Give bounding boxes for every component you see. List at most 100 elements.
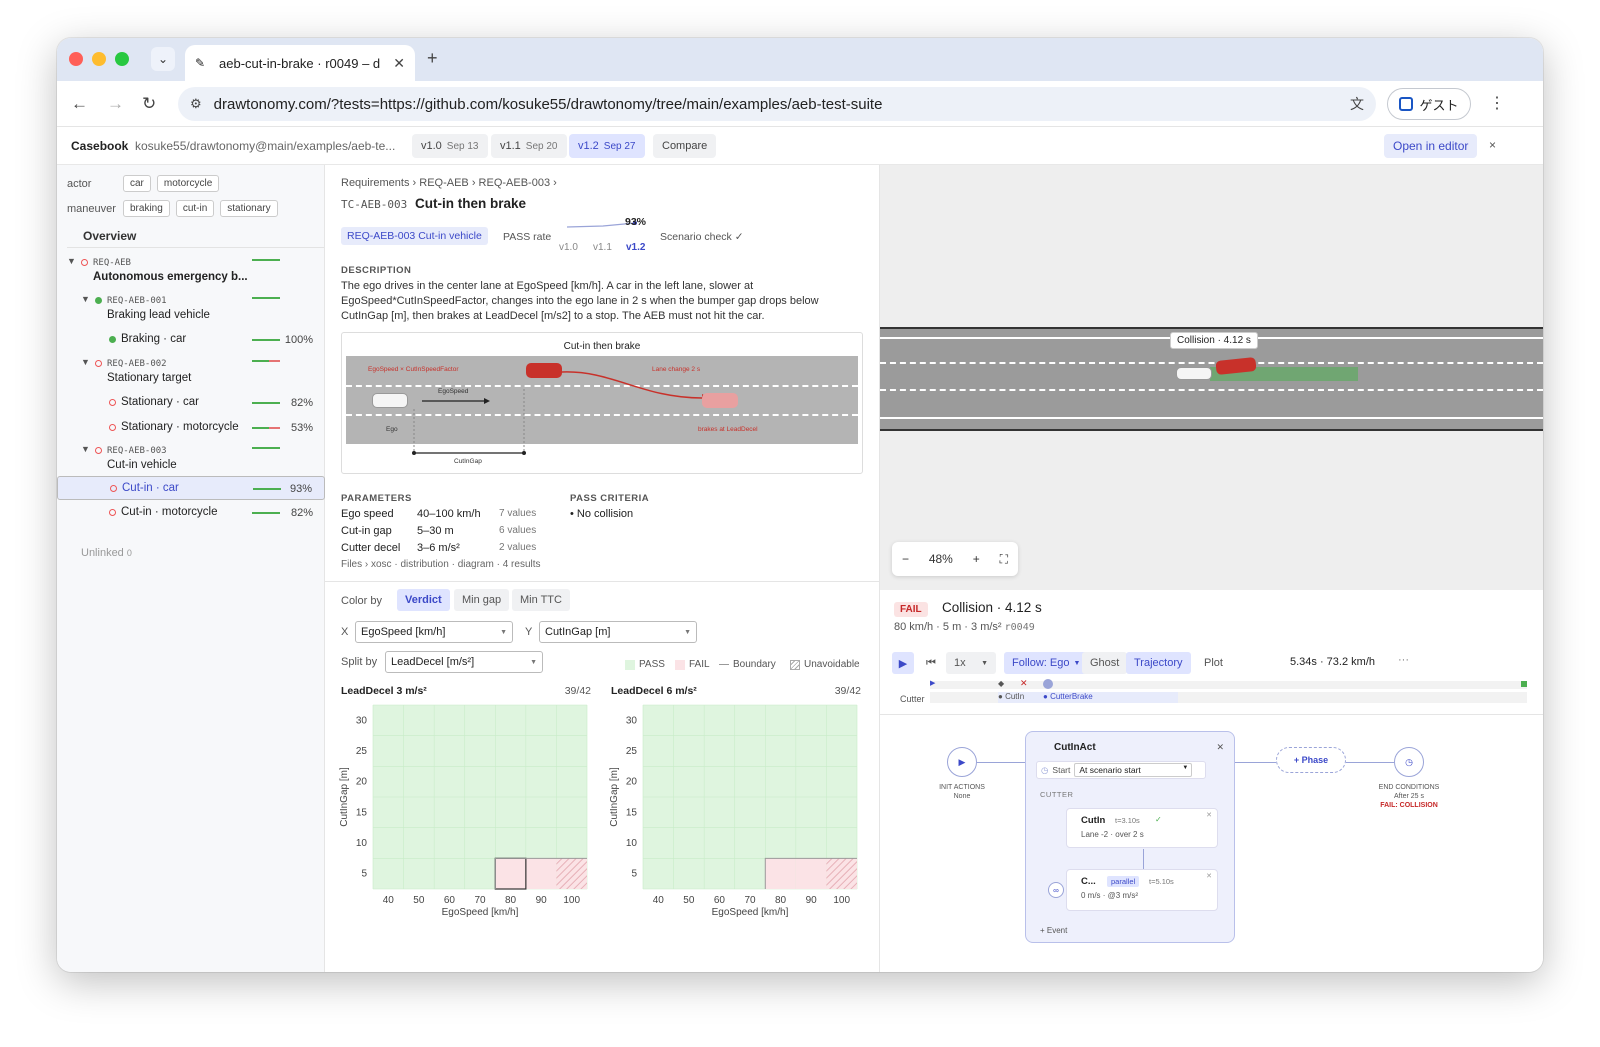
x-tick-label: 60 — [444, 895, 456, 906]
expand-triangle-icon[interactable]: ▼ — [81, 444, 90, 454]
add-phase-button[interactable]: + Phase — [1276, 747, 1346, 773]
timeline-track[interactable]: ▶ ◆ ✕ — [930, 678, 1527, 689]
back-arrow-icon[interactable]: ← — [71, 94, 88, 114]
start-trigger-select[interactable]: At scenario start ▼ — [1074, 763, 1193, 777]
connector-line — [1143, 849, 1144, 869]
tree-req-aeb-003[interactable]: ▼ REQ-AEB-003 Cut-in vehicle — [57, 443, 325, 471]
y-axis-select[interactable]: CutInGap [m] ▼ — [539, 621, 697, 643]
color-by-min-gap[interactable]: Min gap — [454, 589, 510, 611]
minimize-window-button[interactable] — [92, 52, 106, 66]
follow-select[interactable]: Follow: Ego ▼ — [1004, 652, 1089, 674]
param-name: Cut-in gap — [341, 525, 392, 537]
tree-root-req-aeb[interactable]: ▼ REQ-AEB Autonomous emergency b... — [57, 255, 325, 285]
color-by-verdict[interactable]: Verdict — [397, 589, 450, 611]
split-by-select[interactable]: LeadDecel [m/s²] ▼ — [385, 651, 543, 673]
overview-link[interactable]: Overview — [83, 229, 136, 243]
pass-criteria-heading: PASS CRITERIA — [570, 493, 650, 504]
new-tab-button[interactable]: + — [427, 48, 438, 69]
track-event-cutterbrake[interactable]: ● CutterBrake — [1043, 692, 1093, 701]
zoom-out-button[interactable]: − — [902, 552, 909, 566]
color-by-min-ttc[interactable]: Min TTC — [512, 589, 570, 611]
expand-triangle-icon[interactable]: ▼ — [67, 256, 76, 266]
trajectory-toggle[interactable]: Trajectory — [1126, 652, 1191, 674]
actor-label: actor — [67, 177, 92, 190]
expand-triangle-icon[interactable]: ▼ — [81, 294, 90, 304]
close-tab-icon[interactable]: ✕ — [393, 55, 405, 72]
zoom-in-button[interactable]: + — [973, 552, 980, 566]
compare-button[interactable]: Compare — [653, 134, 717, 158]
event-card-cutterbrake[interactable]: C... parallel t=5.10s ✕ 0 m/s · @3 m/s² — [1066, 869, 1218, 911]
event-detail: Lane -2 · over 2 s — [1081, 830, 1144, 839]
version-tab-v1-0[interactable]: v1.0 Sep 13 — [412, 134, 488, 158]
translate-icon[interactable]: ⽂ — [1350, 94, 1364, 114]
chip-stationary[interactable]: stationary — [220, 200, 278, 217]
init-actions-node[interactable]: ▶ — [947, 747, 977, 777]
test-name: Cut-in · motorcycle — [121, 506, 218, 518]
end-conditions-node[interactable]: ◷ — [1394, 747, 1424, 777]
profile-guest-button[interactable]: ゲスト — [1387, 88, 1471, 120]
speed-select[interactable]: 1x ▼ — [946, 652, 996, 674]
tab-search-button[interactable]: ⌄ — [151, 47, 175, 71]
cutter-car — [526, 363, 562, 378]
version-tab-v1-2[interactable]: v1.2 Sep 27 — [569, 134, 645, 158]
y-tick-label: 15 — [626, 807, 638, 818]
scrubber-handle[interactable] — [1043, 679, 1053, 689]
test-case-id: TC-AEB-003 — [341, 198, 408, 211]
fail-status-icon — [110, 485, 117, 492]
url-bar[interactable]: ⚙ drawtonomy.com/?tests=https://github.c… — [178, 87, 1376, 121]
chip-motorcycle[interactable]: motorcycle — [156, 175, 220, 192]
phase-card-cutinact[interactable]: CutInAct ✕ ◷ Start At scenario start ▼ CU… — [1025, 731, 1235, 943]
diagram-title: Cut-in then brake — [563, 341, 641, 352]
browser-menu-icon[interactable]: ⋮ — [1489, 93, 1505, 113]
playhead-icon[interactable]: ▶ — [930, 679, 935, 687]
requirement-badge[interactable]: REQ-AEB-003 Cut-in vehicle — [341, 227, 488, 245]
close-icon[interactable]: ✕ — [1206, 872, 1212, 880]
test-braking-car[interactable]: Braking · car 100% — [57, 329, 325, 351]
chevron-down-icon: ▼ — [500, 628, 507, 636]
ego-car[interactable] — [1176, 367, 1212, 380]
scenario-check-status[interactable]: Scenario check ✓ — [660, 231, 744, 243]
param-count: 6 values — [499, 525, 537, 536]
plot-toggle[interactable]: Plot — [1196, 652, 1231, 674]
x-axis-select[interactable]: EgoSpeed [km/h] ▼ — [355, 621, 513, 643]
site-settings-icon[interactable]: ⚙ — [190, 96, 202, 112]
chip-cut-in[interactable]: cut-in — [175, 200, 215, 217]
version-tab-v1-1[interactable]: v1.1 Sep 20 — [491, 134, 567, 158]
sim-viewport[interactable]: Collision · 4.12 s − 48% + ⛶ — [880, 165, 1543, 590]
open-in-editor-button[interactable]: Open in editor — [1384, 134, 1478, 158]
scenario-diagram: Cut-in then brake EgoSpeed × CutInSpeedF… — [341, 332, 863, 474]
chip-car[interactable]: car — [123, 175, 151, 192]
add-event-button[interactable]: + Event — [1040, 926, 1067, 935]
close-casebook-icon[interactable]: × — [1489, 138, 1496, 152]
ghost-toggle[interactable]: Ghost — [1082, 652, 1128, 674]
close-window-button[interactable] — [69, 52, 83, 66]
close-icon[interactable]: ✕ — [1216, 742, 1224, 753]
tree-req-aeb-002[interactable]: ▼ REQ-AEB-002 Stationary target — [57, 356, 325, 384]
breadcrumb[interactable]: Requirements › REQ-AEB › REQ-AEB-003 › — [341, 177, 557, 189]
files-link[interactable]: Files › xosc · distribution · diagram · … — [341, 559, 541, 570]
fit-view-icon[interactable]: ⛶ — [1000, 552, 1008, 567]
browser-tab-active[interactable]: ✎ aeb-cut-in-brake · r0049 – d ✕ — [185, 45, 415, 81]
maximize-window-button[interactable] — [115, 52, 129, 66]
event-card-cutin[interactable]: CutIn t=3.10s ✓ ✕ Lane -2 · over 2 s — [1066, 808, 1218, 848]
parameters-heading: PARAMETERS — [341, 493, 412, 504]
test-stationary-car[interactable]: Stationary · car 82% — [57, 392, 325, 414]
forward-arrow-icon[interactable]: → — [107, 94, 124, 114]
test-cut-in-car[interactable]: Cut-in · car 93% — [57, 476, 325, 500]
test-stationary-motorcycle[interactable]: Stationary · motorcycle 53% — [57, 417, 325, 439]
restart-button[interactable]: ⏮ — [920, 652, 942, 674]
track-event-cutin[interactable]: ● CutIn — [998, 692, 1024, 701]
play-button[interactable]: ▶ — [892, 652, 914, 674]
close-icon[interactable]: ✕ — [1206, 811, 1212, 819]
result-params: 80 km/h · 5 m · 3 m/s² — [894, 621, 1002, 633]
tree-req-aeb-001[interactable]: ▼ REQ-AEB-001 Braking lead vehicle — [57, 293, 325, 321]
param-count: 7 values — [499, 508, 537, 519]
reload-icon[interactable]: ↻ — [142, 94, 156, 114]
unlinked-item[interactable]: Unlinked 0 — [81, 547, 132, 559]
chip-braking[interactable]: braking — [123, 200, 170, 217]
pass-percent: 82% — [290, 507, 313, 519]
expand-triangle-icon[interactable]: ▼ — [81, 357, 90, 367]
connector-line — [1235, 762, 1276, 763]
test-cut-in-motorcycle[interactable]: Cut-in · motorcycle 82% — [57, 502, 325, 524]
more-options-icon[interactable]: ··· — [1398, 654, 1409, 666]
